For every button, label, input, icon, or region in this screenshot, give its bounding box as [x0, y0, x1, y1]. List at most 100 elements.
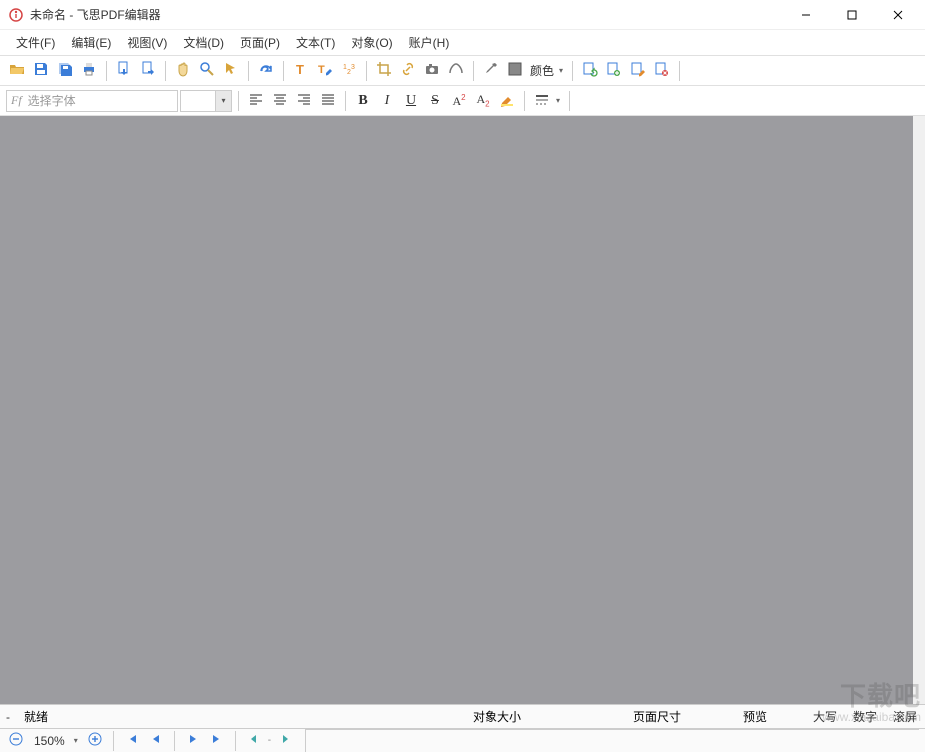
first-page-button[interactable]: [122, 731, 142, 751]
separator: [366, 61, 367, 81]
separator: [569, 91, 570, 111]
status-ready: 就绪: [16, 708, 56, 725]
page-edit-button[interactable]: [627, 60, 649, 82]
fill-color-button[interactable]: [504, 60, 526, 82]
menu-page[interactable]: 页面(P): [232, 30, 288, 55]
import-page-button[interactable]: [113, 60, 135, 82]
select-tool-button[interactable]: [220, 60, 242, 82]
align-right-button[interactable]: [293, 90, 315, 112]
zoom-tool-button[interactable]: [196, 60, 218, 82]
page-import-icon: [116, 61, 132, 80]
italic-icon: I: [385, 93, 390, 109]
document-canvas[interactable]: [0, 116, 925, 704]
edit-text-button[interactable]: T: [314, 60, 336, 82]
separator: [235, 731, 236, 751]
zoom-dropdown[interactable]: ▾: [73, 736, 81, 745]
magnifier-icon: [199, 61, 215, 80]
next-page-icon: [186, 732, 200, 749]
separator: [345, 91, 346, 111]
menu-document[interactable]: 文档(D): [175, 30, 232, 55]
status-handle[interactable]: -: [0, 710, 16, 724]
link-button[interactable]: [397, 60, 419, 82]
line-style-dropdown[interactable]: ▾: [555, 96, 563, 105]
hand-tool-button[interactable]: [172, 60, 194, 82]
print-button[interactable]: [78, 60, 100, 82]
add-text-button[interactable]: T: [290, 60, 312, 82]
bold-button[interactable]: B: [352, 90, 374, 112]
separator: [106, 61, 107, 81]
color-dropdown[interactable]: ▾: [558, 66, 566, 75]
menu-edit[interactable]: 编辑(E): [63, 30, 119, 55]
page-export-icon: [140, 61, 156, 80]
align-center-icon: [272, 91, 288, 110]
status-scroll: 滚屏: [885, 708, 925, 725]
save-button[interactable]: [30, 60, 52, 82]
font-size-select[interactable]: ▾: [180, 90, 232, 112]
eyedropper-button[interactable]: [480, 60, 502, 82]
separator: [283, 61, 284, 81]
menu-account[interactable]: 账户(H): [401, 30, 458, 55]
minimize-button[interactable]: [783, 0, 829, 30]
window-controls: [783, 0, 921, 30]
italic-button[interactable]: I: [376, 90, 398, 112]
page-tool-1-button[interactable]: [579, 60, 601, 82]
eyedropper-icon: [483, 61, 499, 80]
redo-button[interactable]: [255, 60, 277, 82]
shape-button[interactable]: [445, 60, 467, 82]
svg-text:T: T: [296, 62, 304, 77]
close-button[interactable]: [875, 0, 921, 30]
zoom-level[interactable]: 150%: [30, 734, 69, 748]
highlight-button[interactable]: [496, 90, 518, 112]
align-justify-button[interactable]: [317, 90, 339, 112]
menu-text[interactable]: 文本(T): [288, 30, 343, 55]
superscript-button[interactable]: A2: [448, 90, 470, 112]
save-as-button[interactable]: [54, 60, 76, 82]
zoom-in-icon: [88, 732, 102, 749]
status-bar: - 就绪 对象大小 页面尺寸 预览 大写 数字 滚屏: [0, 704, 925, 728]
page-refresh-icon: [582, 61, 598, 80]
last-page-button[interactable]: [207, 731, 227, 751]
line-style-button[interactable]: [531, 90, 553, 112]
nav-dash: -: [268, 735, 271, 746]
crop-icon: [376, 61, 392, 80]
font-glyph-icon: Ff: [11, 93, 22, 108]
export-page-button[interactable]: [137, 60, 159, 82]
menu-file[interactable]: 文件(F): [8, 30, 63, 55]
open-button[interactable]: [6, 60, 28, 82]
line-spacing-button[interactable]: 123: [338, 60, 360, 82]
title-bar: 未命名 - 飞思PDF编辑器: [0, 0, 925, 30]
nav-back-button[interactable]: [244, 731, 264, 751]
next-page-button[interactable]: [183, 731, 203, 751]
align-left-button[interactable]: [245, 90, 267, 112]
strikethrough-button[interactable]: S: [424, 90, 446, 112]
snapshot-button[interactable]: [421, 60, 443, 82]
prev-page-icon: [149, 732, 163, 749]
separator: [473, 61, 474, 81]
save-icon: [33, 61, 49, 80]
nav-forward-button[interactable]: [275, 731, 295, 751]
subscript-button[interactable]: A2: [472, 90, 494, 112]
font-size-dropdown[interactable]: ▾: [215, 91, 231, 111]
separator: [165, 61, 166, 81]
font-family-select[interactable]: Ff 选择字体: [6, 90, 178, 112]
separator: [174, 731, 175, 751]
fill-swatch-icon: [507, 61, 523, 80]
page-add-button[interactable]: [603, 60, 625, 82]
status-page-size: 页面尺寸: [625, 708, 735, 725]
page-delete-icon: [654, 61, 670, 80]
nav-back-icon: [247, 732, 261, 749]
page-edit-icon: [630, 61, 646, 80]
menu-object[interactable]: 对象(O): [343, 30, 400, 55]
zoom-out-button[interactable]: [6, 731, 26, 751]
font-placeholder: 选择字体: [28, 92, 76, 109]
prev-page-button[interactable]: [146, 731, 166, 751]
align-center-button[interactable]: [269, 90, 291, 112]
crop-button[interactable]: [373, 60, 395, 82]
tab-strip[interactable]: [305, 729, 919, 752]
zoom-in-button[interactable]: [85, 731, 105, 751]
maximize-button[interactable]: [829, 0, 875, 30]
page-delete-button[interactable]: [651, 60, 673, 82]
underline-button[interactable]: U: [400, 90, 422, 112]
menu-view[interactable]: 视图(V): [119, 30, 175, 55]
status-num: 数字: [845, 708, 885, 725]
